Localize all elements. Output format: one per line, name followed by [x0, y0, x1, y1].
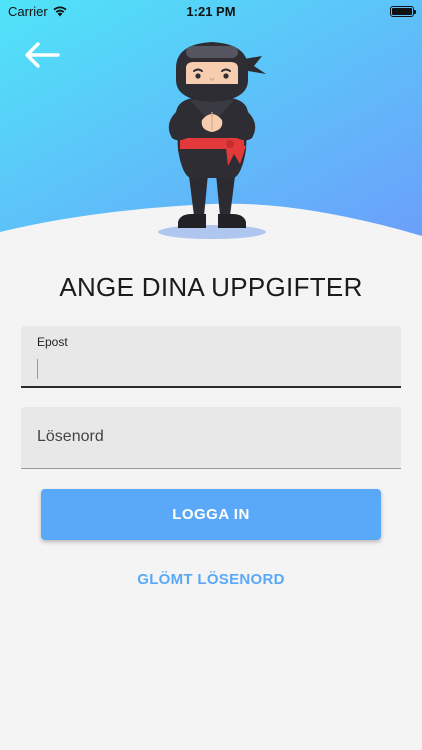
email-label: Epost [37, 335, 68, 349]
forgot-password-link[interactable]: GLÖMT LÖSENORD [0, 571, 422, 588]
password-placeholder: Lösenord [37, 428, 104, 445]
status-time: 1:21 PM [186, 4, 236, 19]
login-button[interactable]: LOGGA IN [41, 489, 381, 540]
ninja-icon [158, 42, 266, 239]
page-title: ANGE DINA UPPGIFTER [59, 272, 363, 302]
text-cursor [37, 359, 38, 379]
password-field[interactable]: Lösenord [21, 407, 401, 469]
battery-icon [390, 6, 416, 17]
header: Carrier 1:21 PM [0, 0, 422, 260]
email-field[interactable]: Epost [21, 326, 401, 388]
arrow-left-icon[interactable] [22, 40, 62, 70]
status-bar: Carrier 1:21 PM [0, 0, 422, 24]
